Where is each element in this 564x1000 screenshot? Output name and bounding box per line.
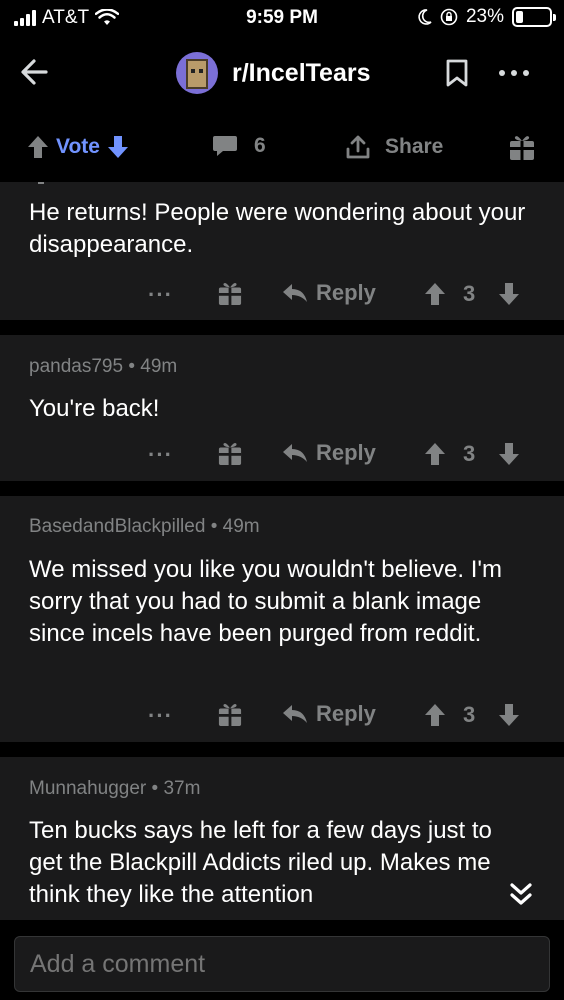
- add-comment-input[interactable]: [14, 936, 550, 992]
- downvote-icon[interactable]: [497, 441, 521, 467]
- reply-button[interactable]: Reply: [282, 701, 376, 727]
- comment-text: We missed you like you wouldn't believe.…: [29, 556, 502, 647]
- comment-more-icon[interactable]: ···: [148, 703, 173, 729]
- comment-text: He returns! People were wondering about …: [29, 199, 526, 258]
- comment-score: 3: [463, 281, 476, 306]
- reply-arrow-icon: [283, 444, 307, 462]
- share-button[interactable]: Share: [345, 134, 443, 160]
- comment-author[interactable]: pandas795: [29, 356, 123, 377]
- comment-card: BasedandBlackpilled • 49m We missed you …: [0, 496, 564, 742]
- navigation-header: r/IncelTears: [0, 40, 564, 106]
- upvote-icon[interactable]: [423, 702, 447, 728]
- back-arrow-icon[interactable]: [16, 52, 56, 92]
- comment-age: 49m: [140, 356, 178, 377]
- reply-arrow-icon: [283, 705, 307, 723]
- subreddit-title[interactable]: r/IncelTears: [232, 59, 371, 88]
- comment-more-icon[interactable]: ···: [148, 282, 173, 308]
- comment-author[interactable]: Munnahugger: [29, 778, 146, 799]
- upvote-icon[interactable]: [423, 281, 447, 307]
- subreddit-header[interactable]: r/IncelTears: [176, 52, 371, 94]
- reply-label: Reply: [316, 701, 376, 726]
- meta-separator: •: [210, 516, 223, 537]
- comment-meta: Munnahugger • 37m: [29, 778, 200, 800]
- upvote-icon[interactable]: [423, 441, 447, 467]
- comment-actions: ··· Reply 3: [0, 697, 564, 733]
- comment-card: pandas795 • 49m You're back! ··· Reply 3: [0, 335, 564, 481]
- downvote-icon[interactable]: [497, 702, 521, 728]
- comment-composer: [0, 920, 564, 1000]
- moon-icon: [418, 9, 432, 25]
- comment-card: He returns! People were wondering about …: [0, 182, 564, 320]
- jump-to-next-comment-icon[interactable]: [506, 880, 536, 910]
- status-bar: AT&T 9:59 PM 23%: [0, 0, 564, 36]
- subreddit-avatar[interactable]: [176, 52, 218, 94]
- comment-age: 37m: [163, 778, 201, 799]
- reply-button[interactable]: Reply: [282, 440, 376, 466]
- comment-meta: BasedandBlackpilled • 49m: [29, 516, 260, 538]
- comment-more-icon[interactable]: ···: [148, 442, 173, 468]
- reply-button[interactable]: Reply: [282, 280, 376, 306]
- battery-level-fill: [516, 11, 523, 23]
- thread-line: [38, 182, 44, 184]
- bookmark-icon[interactable]: [445, 58, 469, 88]
- status-right: 23%: [416, 6, 556, 28]
- comment-author[interactable]: BasedandBlackpilled: [29, 516, 205, 537]
- reply-arrow-icon: [283, 284, 307, 302]
- share-label: Share: [385, 135, 444, 158]
- comment-score: 3: [463, 702, 476, 727]
- downvote-icon[interactable]: [106, 134, 130, 160]
- comment-text: Ten bucks says he left for a few days ju…: [29, 817, 492, 908]
- award-gift-icon[interactable]: [218, 280, 242, 306]
- award-gift-icon[interactable]: [218, 701, 242, 727]
- downvote-icon[interactable]: [497, 281, 521, 307]
- comment-score: 3: [463, 441, 476, 466]
- reply-label: Reply: [316, 440, 376, 465]
- comment-meta: pandas795 • 49m: [29, 356, 177, 378]
- meta-separator: •: [128, 356, 141, 377]
- vote-label: Vote: [56, 135, 100, 158]
- comment-count: 6: [254, 134, 266, 157]
- award-gift-icon[interactable]: [509, 133, 535, 161]
- comment-actions: ··· Reply 3: [0, 436, 564, 472]
- meta-separator: •: [151, 778, 164, 799]
- post-action-bar: Vote 6 Share: [0, 118, 564, 178]
- battery-percent: 23%: [465, 6, 504, 27]
- comment-age: 49m: [222, 516, 260, 537]
- upvote-icon[interactable]: [26, 134, 50, 160]
- award-gift-icon[interactable]: [218, 440, 242, 466]
- vote-group: Vote: [26, 134, 130, 160]
- share-icon: [346, 135, 370, 159]
- comment-icon: [213, 136, 237, 156]
- comment-text: You're back!: [29, 395, 160, 422]
- comment-card: Munnahugger • 37m Ten bucks says he left…: [0, 757, 564, 920]
- reply-label: Reply: [316, 280, 376, 305]
- comments-button[interactable]: 6: [212, 134, 266, 158]
- more-options-icon[interactable]: [496, 58, 532, 88]
- battery-icon: [512, 7, 556, 27]
- orientation-lock-icon: [440, 8, 458, 26]
- comment-actions: ··· Reply 3: [0, 276, 564, 312]
